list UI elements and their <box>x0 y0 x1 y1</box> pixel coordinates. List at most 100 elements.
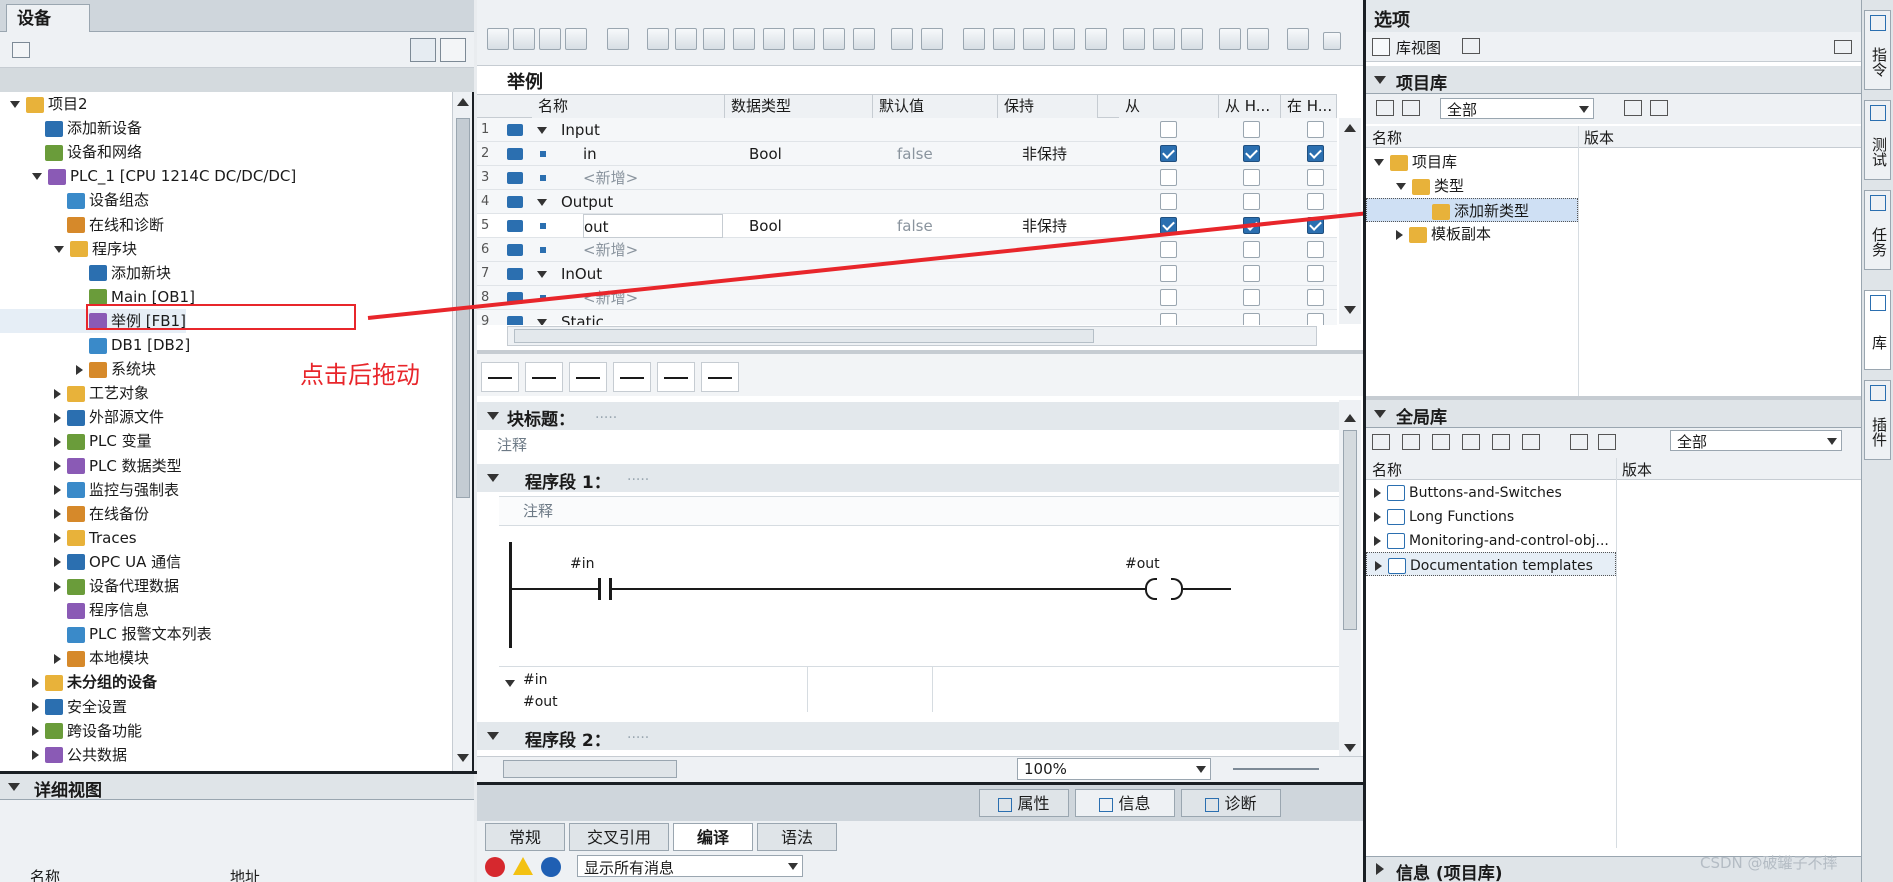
device-properties-icon[interactable] <box>12 42 30 58</box>
interface-row[interactable]: 9 Static <box>477 310 1337 325</box>
toolbar-tool-icon[interactable] <box>703 28 725 50</box>
global-lib-tool-icon[interactable] <box>1372 434 1390 450</box>
row-checkbox[interactable] <box>1307 121 1324 138</box>
row-checkbox[interactable] <box>1243 217 1260 234</box>
global-lib-col-name[interactable]: 名称 <box>1372 459 1402 480</box>
panel-layout-icon[interactable] <box>1834 40 1852 54</box>
col-default[interactable]: 默认值 <box>873 95 998 118</box>
global-lib-tool-icon[interactable] <box>1432 434 1450 450</box>
row-datatype[interactable] <box>749 166 859 190</box>
zoom-select[interactable]: 100% <box>1017 758 1211 780</box>
tree-item[interactable]: 程序块 <box>0 237 137 261</box>
tree-item[interactable]: 未分组的设备 <box>0 670 157 694</box>
block-comment[interactable]: 注释 <box>497 434 527 455</box>
global-lib-item[interactable]: Long Functions <box>1366 504 1616 528</box>
row-retain[interactable]: 非保持 <box>1022 214 1102 238</box>
row-checkbox[interactable] <box>1243 241 1260 258</box>
row-checkbox[interactable] <box>1160 169 1177 186</box>
project-lib-filter[interactable]: 全部 <box>1440 98 1594 119</box>
toolbar-tool-icon[interactable] <box>993 28 1015 50</box>
tree-item[interactable]: 添加新块 <box>0 261 171 285</box>
toolbar-tool-icon[interactable] <box>793 28 815 50</box>
collapsed-arrow-icon[interactable] <box>54 436 61 447</box>
info-filter-icon[interactable] <box>541 857 561 877</box>
row-checkbox[interactable] <box>1307 169 1324 186</box>
side-tab-2[interactable]: 任务 <box>1864 190 1891 270</box>
row-datatype[interactable]: Bool <box>749 142 859 166</box>
col-datatype[interactable]: 数据类型 <box>725 95 873 118</box>
contact-left-bar[interactable] <box>598 578 601 600</box>
collapsed-arrow-icon[interactable] <box>32 726 39 737</box>
tab-diagnostics[interactable]: 诊断 <box>1181 789 1281 817</box>
row-default[interactable] <box>897 166 987 190</box>
project-lib-item[interactable]: 添加新类型 <box>1366 198 1578 222</box>
lib-list-icon[interactable] <box>1402 100 1420 116</box>
collapsed-arrow-icon[interactable] <box>76 364 83 375</box>
tree-item[interactable]: PLC 报警文本列表 <box>0 622 212 646</box>
row-datatype[interactable] <box>749 190 859 214</box>
network-scroll-up-icon[interactable] <box>1344 414 1356 422</box>
tree-item[interactable]: 在线备份 <box>0 502 149 526</box>
row-checkbox[interactable] <box>1307 289 1324 306</box>
col-hmi-write[interactable]: 从 H... <box>1219 95 1281 118</box>
row-datatype[interactable] <box>749 310 859 325</box>
collapsed-arrow-icon[interactable] <box>54 509 61 520</box>
global-lib-tool-icon[interactable] <box>1492 434 1510 450</box>
tree-item[interactable]: 设备组态 <box>0 188 149 212</box>
row-datatype[interactable] <box>749 118 859 142</box>
tree-item[interactable]: Traces <box>0 526 137 550</box>
interface-row[interactable]: 1 Input <box>477 118 1337 142</box>
toolbar-tool-icon[interactable] <box>1053 28 1075 50</box>
tab-cross-reference[interactable]: 交叉引用 <box>569 823 669 851</box>
tree-item[interactable]: 在线和诊断 <box>0 213 164 237</box>
toolbar-tool-icon[interactable] <box>647 28 669 50</box>
row-name[interactable]: InOut <box>561 262 701 286</box>
toolbar-tool-icon[interactable] <box>1023 28 1045 50</box>
col-retain[interactable]: 保持 <box>998 95 1098 118</box>
lib-properties-icon[interactable] <box>1376 100 1394 116</box>
scroll-down-icon[interactable] <box>457 754 469 762</box>
collapse-network2-icon[interactable] <box>487 732 499 740</box>
project-lib-item[interactable]: 模板副本 <box>1366 222 1566 246</box>
library-view-toggle-icon[interactable] <box>1462 38 1480 54</box>
coil-right[interactable] <box>1171 578 1183 600</box>
section-expand-icon[interactable] <box>537 127 547 134</box>
expanded-arrow-icon[interactable] <box>32 173 42 181</box>
tree-item[interactable]: 项目2 <box>0 92 88 116</box>
lib-open-icon[interactable] <box>1624 100 1642 116</box>
collapse-detail-icon[interactable] <box>8 783 20 791</box>
toolbar-tool-icon[interactable] <box>921 28 943 50</box>
selected-block-highlight[interactable] <box>86 304 356 330</box>
global-lib-list-icon[interactable] <box>1598 434 1616 450</box>
toolbar-tool-icon[interactable] <box>1085 28 1107 50</box>
row-default[interactable]: false <box>897 214 987 238</box>
toolbar-tool-icon[interactable] <box>607 28 629 50</box>
col-name[interactable]: 名称 <box>532 95 725 118</box>
row-name[interactable]: out <box>583 214 723 238</box>
row-datatype[interactable] <box>749 262 859 286</box>
toolbar-tool-icon[interactable] <box>513 28 535 50</box>
row-checkbox[interactable] <box>1243 193 1260 210</box>
toolbar-tool-icon[interactable] <box>539 28 561 50</box>
row-retain[interactable] <box>1022 262 1102 286</box>
message-filter-select[interactable]: 显示所有消息 <box>577 855 803 877</box>
global-lib-tool-icon[interactable] <box>1462 434 1480 450</box>
tab-properties[interactable]: 属性 <box>979 789 1069 817</box>
row-retain[interactable] <box>1022 286 1102 310</box>
row-checkbox[interactable] <box>1160 289 1177 306</box>
row-name[interactable]: <新增> <box>583 238 723 262</box>
collapse-network1-icon[interactable] <box>487 474 499 482</box>
open-branch-icon[interactable] <box>657 362 695 392</box>
collapsed-arrow-icon[interactable] <box>54 461 61 471</box>
row-name[interactable]: Input <box>561 118 701 142</box>
collapsed-arrow-icon[interactable] <box>32 702 39 712</box>
collapsed-arrow-icon[interactable] <box>54 485 61 496</box>
network-scroll-down-icon[interactable] <box>1344 744 1356 752</box>
empty-box-icon[interactable] <box>613 362 651 392</box>
close-branch-icon[interactable] <box>701 362 739 392</box>
zoom-dropdown-icon[interactable] <box>1196 766 1206 773</box>
expanded-arrow-icon[interactable] <box>1396 183 1406 190</box>
tree-item[interactable]: DB1 [DB2] <box>0 333 190 357</box>
row-checkbox[interactable] <box>1307 241 1324 258</box>
row-checkbox[interactable] <box>1307 313 1324 325</box>
